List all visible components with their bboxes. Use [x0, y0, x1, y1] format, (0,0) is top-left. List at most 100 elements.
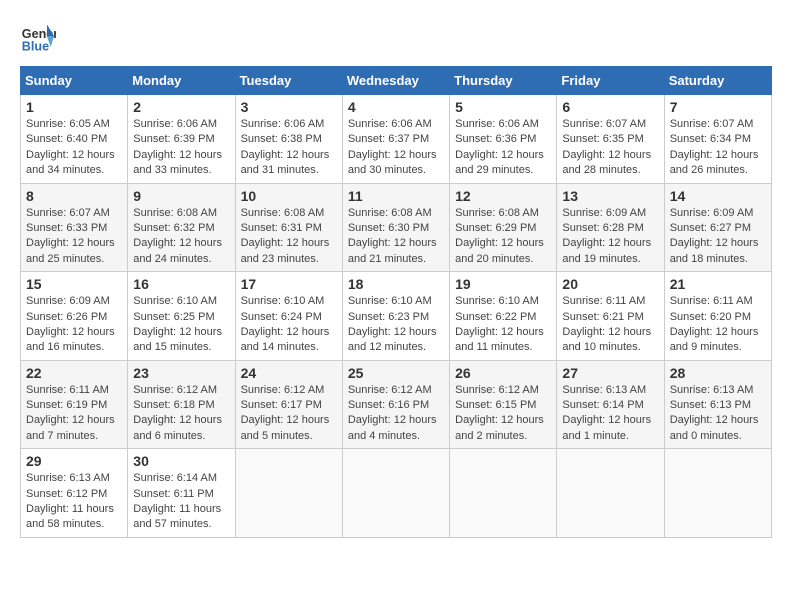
day-info: Sunrise: 6:11 AM Sunset: 6:19 PM Dayligh… [26, 383, 122, 445]
calendar-cell: 6 Sunrise: 6:07 AM Sunset: 6:35 PM Dayli… [557, 95, 664, 184]
daylight-text: Daylight: 12 hours and 26 minutes. [670, 148, 766, 179]
daylight-text: Daylight: 12 hours and 4 minutes. [348, 413, 444, 444]
calendar-cell: 26 Sunrise: 6:12 AM Sunset: 6:15 PM Dayl… [450, 360, 557, 449]
calendar-cell: 10 Sunrise: 6:08 AM Sunset: 6:31 PM Dayl… [235, 183, 342, 272]
calendar-cell: 18 Sunrise: 6:10 AM Sunset: 6:23 PM Dayl… [342, 272, 449, 361]
sunrise-text: Sunrise: 6:08 AM [241, 206, 337, 221]
day-info: Sunrise: 6:06 AM Sunset: 6:36 PM Dayligh… [455, 117, 551, 179]
day-info: Sunrise: 6:09 AM Sunset: 6:27 PM Dayligh… [670, 206, 766, 268]
sunrise-text: Sunrise: 6:13 AM [26, 471, 122, 486]
sunset-text: Sunset: 6:18 PM [133, 398, 229, 413]
calendar-cell: 19 Sunrise: 6:10 AM Sunset: 6:22 PM Dayl… [450, 272, 557, 361]
sunset-text: Sunset: 6:20 PM [670, 310, 766, 325]
day-info: Sunrise: 6:11 AM Sunset: 6:21 PM Dayligh… [562, 294, 658, 356]
day-number: 6 [562, 99, 658, 115]
general-blue-logo-icon: General Blue [20, 20, 56, 56]
calendar-cell: 17 Sunrise: 6:10 AM Sunset: 6:24 PM Dayl… [235, 272, 342, 361]
sunset-text: Sunset: 6:36 PM [455, 132, 551, 147]
calendar-cell: 5 Sunrise: 6:06 AM Sunset: 6:36 PM Dayli… [450, 95, 557, 184]
sunrise-text: Sunrise: 6:13 AM [670, 383, 766, 398]
column-header-tuesday: Tuesday [235, 67, 342, 95]
calendar-cell: 30 Sunrise: 6:14 AM Sunset: 6:11 PM Dayl… [128, 449, 235, 538]
day-number: 13 [562, 188, 658, 204]
column-header-wednesday: Wednesday [342, 67, 449, 95]
sunrise-text: Sunrise: 6:08 AM [133, 206, 229, 221]
sunset-text: Sunset: 6:12 PM [26, 487, 122, 502]
calendar-week-5: 29 Sunrise: 6:13 AM Sunset: 6:12 PM Dayl… [21, 449, 772, 538]
sunset-text: Sunset: 6:30 PM [348, 221, 444, 236]
daylight-text: Daylight: 12 hours and 19 minutes. [562, 236, 658, 267]
sunrise-text: Sunrise: 6:11 AM [26, 383, 122, 398]
day-info: Sunrise: 6:06 AM Sunset: 6:38 PM Dayligh… [241, 117, 337, 179]
daylight-text: Daylight: 12 hours and 9 minutes. [670, 325, 766, 356]
day-info: Sunrise: 6:07 AM Sunset: 6:33 PM Dayligh… [26, 206, 122, 268]
calendar-week-2: 8 Sunrise: 6:07 AM Sunset: 6:33 PM Dayli… [21, 183, 772, 272]
day-number: 11 [348, 188, 444, 204]
calendar-cell [342, 449, 449, 538]
day-number: 3 [241, 99, 337, 115]
daylight-text: Daylight: 12 hours and 5 minutes. [241, 413, 337, 444]
day-number: 17 [241, 276, 337, 292]
day-number: 2 [133, 99, 229, 115]
calendar-week-1: 1 Sunrise: 6:05 AM Sunset: 6:40 PM Dayli… [21, 95, 772, 184]
daylight-text: Daylight: 12 hours and 24 minutes. [133, 236, 229, 267]
sunrise-text: Sunrise: 6:10 AM [348, 294, 444, 309]
sunset-text: Sunset: 6:38 PM [241, 132, 337, 147]
day-info: Sunrise: 6:10 AM Sunset: 6:23 PM Dayligh… [348, 294, 444, 356]
calendar-cell: 2 Sunrise: 6:06 AM Sunset: 6:39 PM Dayli… [128, 95, 235, 184]
sunset-text: Sunset: 6:25 PM [133, 310, 229, 325]
day-number: 26 [455, 365, 551, 381]
day-info: Sunrise: 6:10 AM Sunset: 6:25 PM Dayligh… [133, 294, 229, 356]
daylight-text: Daylight: 12 hours and 10 minutes. [562, 325, 658, 356]
daylight-text: Daylight: 12 hours and 34 minutes. [26, 148, 122, 179]
day-info: Sunrise: 6:08 AM Sunset: 6:30 PM Dayligh… [348, 206, 444, 268]
day-number: 20 [562, 276, 658, 292]
calendar-cell [450, 449, 557, 538]
daylight-text: Daylight: 12 hours and 1 minute. [562, 413, 658, 444]
day-number: 29 [26, 453, 122, 469]
sunset-text: Sunset: 6:16 PM [348, 398, 444, 413]
calendar-cell [557, 449, 664, 538]
column-header-friday: Friday [557, 67, 664, 95]
column-header-saturday: Saturday [664, 67, 771, 95]
sunset-text: Sunset: 6:14 PM [562, 398, 658, 413]
day-number: 25 [348, 365, 444, 381]
day-number: 18 [348, 276, 444, 292]
daylight-text: Daylight: 11 hours and 57 minutes. [133, 502, 229, 533]
sunset-text: Sunset: 6:23 PM [348, 310, 444, 325]
sunset-text: Sunset: 6:31 PM [241, 221, 337, 236]
day-number: 15 [26, 276, 122, 292]
calendar-cell: 14 Sunrise: 6:09 AM Sunset: 6:27 PM Dayl… [664, 183, 771, 272]
daylight-text: Daylight: 12 hours and 20 minutes. [455, 236, 551, 267]
calendar-cell: 9 Sunrise: 6:08 AM Sunset: 6:32 PM Dayli… [128, 183, 235, 272]
sunset-text: Sunset: 6:39 PM [133, 132, 229, 147]
day-number: 16 [133, 276, 229, 292]
sunset-text: Sunset: 6:21 PM [562, 310, 658, 325]
sunrise-text: Sunrise: 6:07 AM [670, 117, 766, 132]
daylight-text: Daylight: 12 hours and 12 minutes. [348, 325, 444, 356]
calendar-cell [664, 449, 771, 538]
logo: General Blue [20, 20, 60, 56]
sunrise-text: Sunrise: 6:14 AM [133, 471, 229, 486]
sunset-text: Sunset: 6:37 PM [348, 132, 444, 147]
day-info: Sunrise: 6:05 AM Sunset: 6:40 PM Dayligh… [26, 117, 122, 179]
sunrise-text: Sunrise: 6:10 AM [241, 294, 337, 309]
sunset-text: Sunset: 6:17 PM [241, 398, 337, 413]
day-info: Sunrise: 6:12 AM Sunset: 6:18 PM Dayligh… [133, 383, 229, 445]
sunrise-text: Sunrise: 6:10 AM [133, 294, 229, 309]
day-info: Sunrise: 6:13 AM Sunset: 6:13 PM Dayligh… [670, 383, 766, 445]
sunset-text: Sunset: 6:24 PM [241, 310, 337, 325]
day-info: Sunrise: 6:08 AM Sunset: 6:32 PM Dayligh… [133, 206, 229, 268]
calendar-cell: 15 Sunrise: 6:09 AM Sunset: 6:26 PM Dayl… [21, 272, 128, 361]
daylight-text: Daylight: 12 hours and 15 minutes. [133, 325, 229, 356]
day-number: 30 [133, 453, 229, 469]
day-info: Sunrise: 6:09 AM Sunset: 6:26 PM Dayligh… [26, 294, 122, 356]
calendar-cell: 4 Sunrise: 6:06 AM Sunset: 6:37 PM Dayli… [342, 95, 449, 184]
day-number: 9 [133, 188, 229, 204]
sunset-text: Sunset: 6:32 PM [133, 221, 229, 236]
daylight-text: Daylight: 12 hours and 0 minutes. [670, 413, 766, 444]
sunset-text: Sunset: 6:40 PM [26, 132, 122, 147]
sunrise-text: Sunrise: 6:09 AM [562, 206, 658, 221]
day-number: 24 [241, 365, 337, 381]
sunset-text: Sunset: 6:29 PM [455, 221, 551, 236]
